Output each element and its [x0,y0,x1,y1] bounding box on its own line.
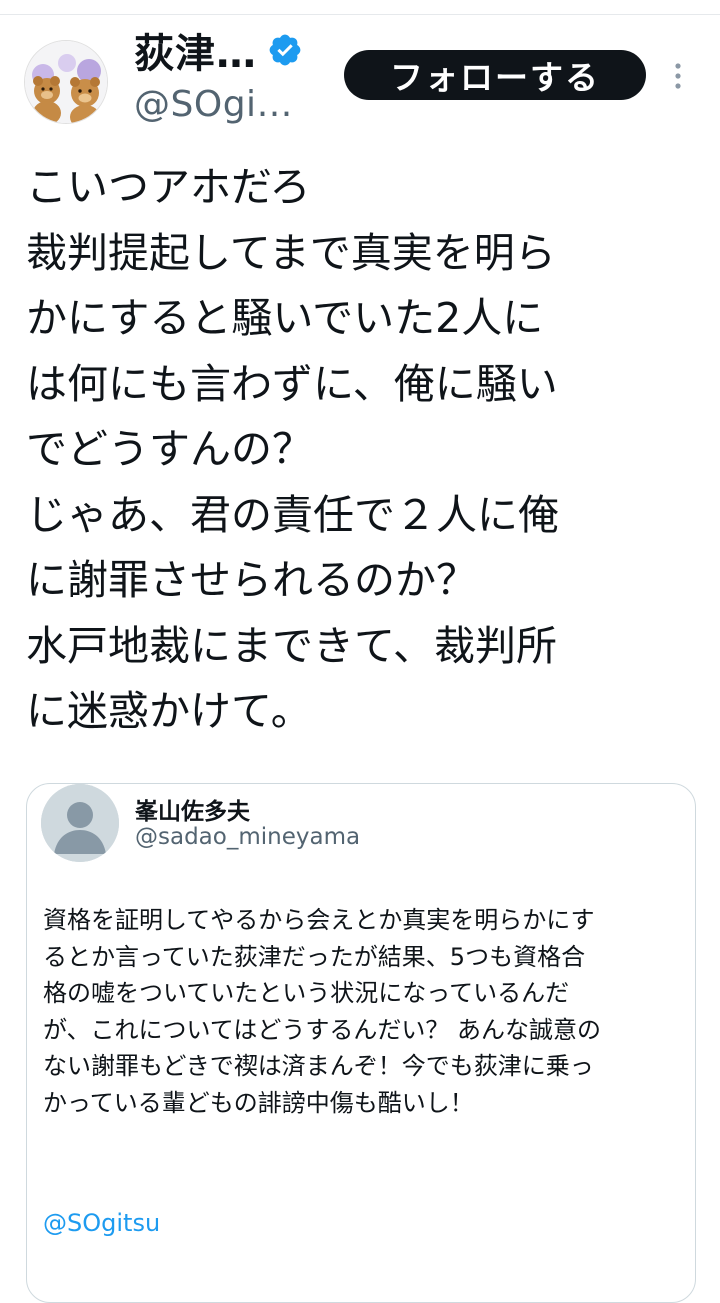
tweet-text-line: でどうすんの？ [26,425,313,473]
tweet-text-line: じゃあ、君の責任で２人に俺 [26,490,559,539]
mention-link[interactable]: @SOgitsu [43,1209,160,1237]
tweet-text-line: に謝罪させられるのか？ [26,556,477,604]
quoted-author-handle[interactable]: @sadao_mineyama [135,824,360,850]
author-avatar[interactable] [24,40,108,124]
quoted-text-line: が、これについてはどうするんだい？ あんな誠意の [43,1015,601,1044]
tweet-header: 荻津… @SOgi… フォローする [0,20,720,140]
quoted-author-avatar[interactable] [41,784,119,862]
display-name[interactable]: 荻津… [134,21,257,79]
author-handle[interactable]: @SOgi… [134,84,293,125]
quoted-author-name[interactable]: 峯山佐多夫 [135,792,250,826]
top-divider [0,14,720,15]
quoted-text-line: 格の嘘をついていたという状況になっているんだ [43,979,570,1008]
quoted-text-line: るとか言っていた荻津だったが結果、5つも資格合 [43,942,586,971]
display-name-row[interactable]: 荻津… [134,21,303,79]
quoted-text-line: かっている輩どもの誹謗中傷も酷いし！ [43,1088,474,1117]
tweet-text-line: に迷惑かけて。 [26,687,312,735]
tweet-text-line: かにすると騒いでいた2人に [26,294,544,342]
tweet-text-line: 裁判提起してまで真実を明ら [26,228,556,277]
quoted-text-line: 資格を証明してやるから会えとか真実を明らかにす [43,906,595,934]
tweet-text-line: こいつアホだろ [26,163,311,211]
tweet-text-line: は何にも言わずに、俺に騒い [26,359,558,408]
tweet-text: こいつアホだろ 裁判提起してまで真実を明ら かにすると騒いでいた2人に は何にも… [26,155,706,745]
verified-badge-icon [267,32,303,68]
quoted-text-line: ない謝罪もどきで禊は済まんぞ！今でも荻津に乗っ [43,1052,594,1081]
more-vertical-icon[interactable] [664,56,692,96]
quoted-tweet-card[interactable]: 峯山佐多夫 @sadao_mineyama 資格を証明してやるから会えとか真実を… [26,783,696,1303]
quoted-tweet-text: 資格を証明してやるから会えとか真実を明らかにす るとか言っていた荻津だったが結果… [43,902,683,1122]
follow-button[interactable]: フォローする [344,50,646,100]
default-profile-icon [41,784,119,862]
tweet-text-line: 水戸地裁にまできて、裁判所 [26,621,557,670]
teddy-bears-avatar-image [25,41,107,123]
